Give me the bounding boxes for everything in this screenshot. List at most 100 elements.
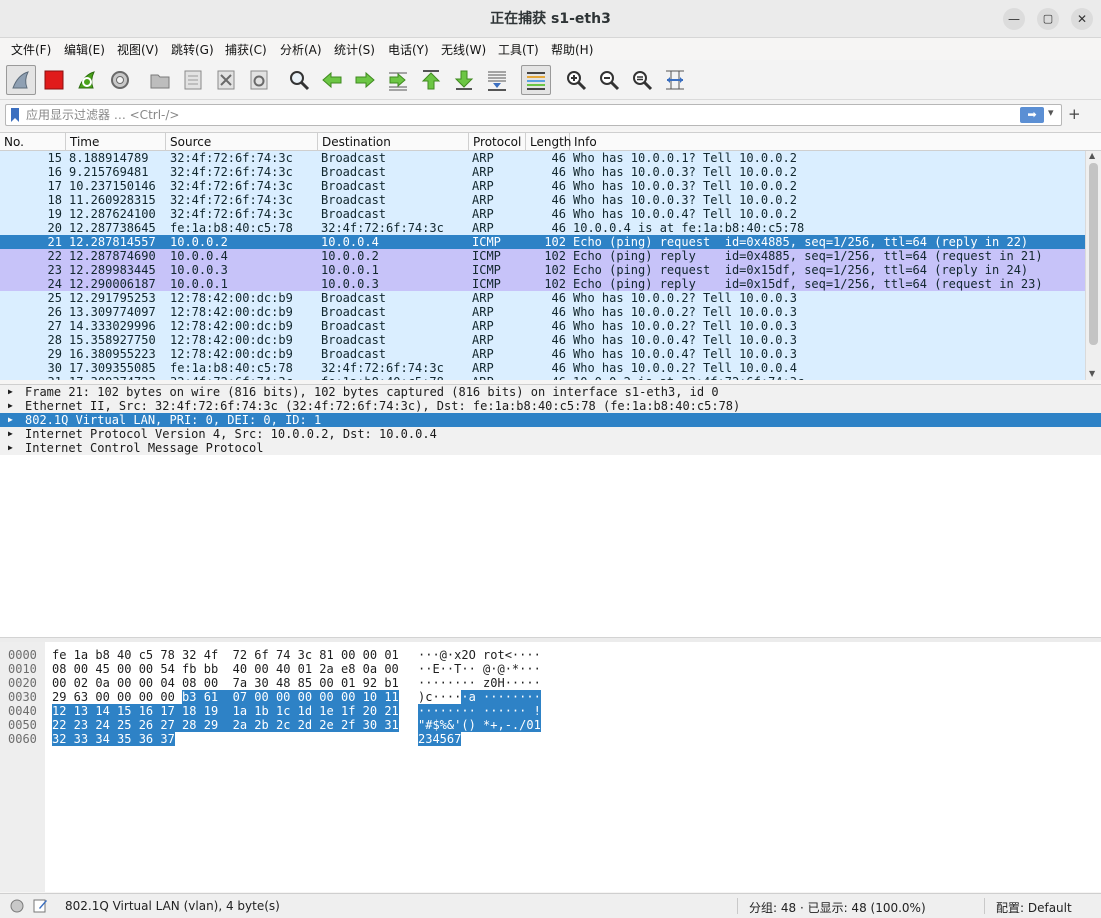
bookmark-icon[interactable] bbox=[10, 108, 20, 122]
display-filter-input[interactable] bbox=[26, 106, 1016, 124]
column-length[interactable]: Length bbox=[526, 133, 571, 151]
auto-scroll-button[interactable] bbox=[482, 65, 512, 95]
packet-row[interactable]: 25 12.291795253 12:78:42:00:dc:b9 Broadcast… bbox=[0, 291, 1085, 305]
menu-capture[interactable]: 捕获(C) bbox=[225, 41, 267, 58]
ascii-highlighted[interactable]: ·a ········ bbox=[461, 690, 541, 704]
hex-plain[interactable]: 00 02 0a 00 00 04 08 00 7a 30 48 85 00 0… bbox=[52, 676, 399, 690]
first-packet-button[interactable] bbox=[416, 65, 446, 95]
details-row-selected[interactable]: ▶ 802.1Q Virtual LAN, PRI: 0, DEI: 0, ID:… bbox=[0, 413, 1101, 427]
column-protocol[interactable]: Protocol bbox=[469, 133, 526, 151]
details-row[interactable]: ▶ Ethernet II, Src: 32:4f:72:6f:74:3c (32… bbox=[0, 399, 1101, 413]
column-info[interactable]: Info bbox=[570, 133, 1101, 151]
ascii-highlighted[interactable]: "#$%&'() *+,-./01 bbox=[418, 718, 541, 732]
column-source[interactable]: Source bbox=[166, 133, 318, 151]
packet-row[interactable]: 27 14.333029996 12:78:42:00:dc:b9 Broadcast… bbox=[0, 319, 1085, 333]
expand-arrow-icon[interactable]: ▶ bbox=[8, 399, 13, 413]
packet-row[interactable]: 18 11.260928315 32:4f:72:6f:74:3c Broadcast… bbox=[0, 193, 1085, 207]
packet-row[interactable]: 15 8.188914789 32:4f:72:6f:74:3c Broadcast A… bbox=[0, 151, 1085, 165]
column-no[interactable]: No. bbox=[0, 133, 66, 151]
ascii-plain[interactable]: ··E··T·· @·@·*··· bbox=[418, 662, 541, 676]
capture-options-button[interactable] bbox=[105, 65, 135, 95]
column-destination[interactable]: Destination bbox=[318, 133, 469, 151]
menu-help[interactable]: 帮助(H) bbox=[551, 41, 593, 58]
hex-plain[interactable]: fe 1a b8 40 c5 78 32 4f 72 6f 74 3c 81 0… bbox=[52, 648, 399, 662]
expand-arrow-icon[interactable]: ▶ bbox=[8, 385, 13, 399]
details-row[interactable]: ▶ Frame 21: 102 bytes on wire (816 bits),… bbox=[0, 385, 1101, 399]
packet-row[interactable]: 30 17.309355085 fe:1a:b8:40:c5:78 32:4f:72:… bbox=[0, 361, 1085, 375]
bytes-row: 0040 12 13 14 15 16 17 18 19 1a 1b 1c 1d … bbox=[0, 704, 1101, 718]
last-packet-button[interactable] bbox=[449, 65, 479, 95]
packet-row[interactable]: 26 13.309774097 12:78:42:00:dc:b9 Broadcast… bbox=[0, 305, 1085, 319]
go-back-button[interactable] bbox=[317, 65, 347, 95]
status-profile[interactable]: 配置: Default bbox=[996, 899, 1072, 916]
bytes-row: 0010 08 00 45 00 00 54 fb bb 40 00 40 01 … bbox=[0, 662, 1101, 676]
packet-row[interactable]: 24 12.290006187 10.0.0.1 10.0.0.3 ICMP 102 Ech… bbox=[0, 277, 1085, 291]
packet-row[interactable]: 16 9.215769481 32:4f:72:6f:74:3c Broadcast A… bbox=[0, 165, 1085, 179]
go-to-packet-button[interactable] bbox=[383, 65, 413, 95]
packet-list-scroll-thumb[interactable] bbox=[1089, 163, 1098, 345]
hex-plain[interactable]: 29 63 00 00 00 00 bbox=[52, 690, 182, 704]
close-file-button[interactable] bbox=[211, 65, 241, 95]
save-file-button[interactable] bbox=[178, 65, 208, 95]
hex-highlighted[interactable]: 22 23 24 25 26 27 28 29 2a 2b 2c 2d 2e 2… bbox=[52, 718, 399, 732]
menu-wireless[interactable]: 无线(W) bbox=[441, 41, 486, 58]
column-time[interactable]: Time bbox=[66, 133, 166, 151]
ascii-highlighted[interactable]: 234567 bbox=[418, 732, 462, 746]
open-file-button[interactable] bbox=[145, 65, 175, 95]
zoom-normal-button[interactable] bbox=[627, 65, 657, 95]
maximize-button[interactable]: ▢ bbox=[1037, 8, 1059, 30]
ascii-plain[interactable]: )c···· bbox=[418, 690, 461, 704]
packet-row[interactable]: 23 12.289983445 10.0.0.3 10.0.0.1 ICMP 102 Ech… bbox=[0, 263, 1085, 277]
menu-file[interactable]: 文件(F) bbox=[11, 41, 51, 58]
go-forward-button[interactable] bbox=[350, 65, 380, 95]
packet-row[interactable]: 17 10.237150146 32:4f:72:6f:74:3c Broadcast… bbox=[0, 179, 1085, 193]
filter-dropdown-button[interactable]: ▾ bbox=[1048, 106, 1054, 119]
ascii-plain[interactable]: ········ z0H····· bbox=[418, 676, 541, 690]
packet-row[interactable]: 28 15.358927750 12:78:42:00:dc:b9 Broadcast… bbox=[0, 333, 1085, 347]
menu-analyze[interactable]: 分析(A) bbox=[280, 41, 322, 58]
reload-file-button[interactable] bbox=[244, 65, 274, 95]
resize-columns-button[interactable] bbox=[660, 65, 690, 95]
hex-plain[interactable]: 08 00 45 00 00 54 fb bb 40 00 40 01 2a e… bbox=[52, 662, 399, 676]
menu-telephony[interactable]: 电话(Y) bbox=[388, 41, 429, 58]
menu-view[interactable]: 视图(V) bbox=[117, 41, 159, 58]
magnifier-icon bbox=[290, 71, 310, 91]
scroll-up-icon[interactable]: ▲ bbox=[1089, 151, 1095, 160]
expert-info-icon[interactable] bbox=[10, 899, 24, 913]
colorize-button[interactable] bbox=[521, 65, 551, 95]
hex-highlighted[interactable]: 32 33 34 35 36 37 bbox=[52, 732, 175, 746]
minimize-button[interactable]: — bbox=[1003, 8, 1025, 30]
close-button[interactable]: ✕ bbox=[1071, 8, 1093, 30]
expand-arrow-icon[interactable]: ▶ bbox=[8, 441, 13, 455]
hex-highlighted[interactable]: 12 13 14 15 16 17 18 19 1a 1b 1c 1d 1e 1… bbox=[52, 704, 399, 718]
details-row[interactable]: ▶ Internet Protocol Version 4, Src: 10.0.… bbox=[0, 427, 1101, 441]
add-filter-button[interactable]: + bbox=[1068, 105, 1081, 123]
menu-statistics[interactable]: 统计(S) bbox=[334, 41, 375, 58]
zoom-out-button[interactable] bbox=[594, 65, 624, 95]
scroll-down-icon[interactable]: ▼ bbox=[1089, 369, 1095, 378]
packet-list-scrollbar[interactable]: ▲ ▼ bbox=[1085, 151, 1101, 380]
restart-capture-button[interactable] bbox=[72, 65, 102, 95]
menu-edit[interactable]: 编辑(E) bbox=[64, 41, 105, 58]
ascii-highlighted[interactable]: ········ ······ ! bbox=[418, 704, 541, 718]
zoom-in-button[interactable] bbox=[561, 65, 591, 95]
expand-arrow-icon[interactable]: ▶ bbox=[8, 413, 13, 427]
packet-row[interactable]: 20 12.287738645 fe:1a:b8:40:c5:78 32:4f:72:… bbox=[0, 221, 1085, 235]
packet-row[interactable]: 19 12.287624100 32:4f:72:6f:74:3c Broadcast… bbox=[0, 207, 1085, 221]
apply-filter-button[interactable]: ➡ bbox=[1020, 107, 1044, 123]
cell-time: 14.333029996 bbox=[69, 319, 156, 333]
start-capture-button[interactable] bbox=[6, 65, 36, 95]
edit-comment-icon[interactable] bbox=[33, 898, 48, 913]
find-packet-button[interactable] bbox=[284, 65, 314, 95]
ascii-plain[interactable]: ···@·x2O rot<···· bbox=[418, 648, 541, 662]
packet-row[interactable]: 31 17.309374722 32:4f:72:6f:74:3c fe:1a:b8:… bbox=[0, 375, 1085, 380]
menu-tools[interactable]: 工具(T) bbox=[498, 41, 539, 58]
menu-go[interactable]: 跳转(G) bbox=[171, 41, 214, 58]
stop-capture-button[interactable] bbox=[39, 65, 69, 95]
packet-row-selected[interactable]: 21 12.287814557 10.0.0.2 10.0.0.4 ICMP 102 Ech… bbox=[0, 235, 1085, 249]
hex-highlighted[interactable]: b3 61 07 00 00 00 00 00 10 11 bbox=[182, 690, 399, 704]
expand-arrow-icon[interactable]: ▶ bbox=[8, 427, 13, 441]
packet-row[interactable]: 29 16.380955223 12:78:42:00:dc:b9 Broadcast… bbox=[0, 347, 1085, 361]
details-row[interactable]: ▶ Internet Control Message Protocol bbox=[0, 441, 1101, 455]
packet-row[interactable]: 22 12.287874690 10.0.0.4 10.0.0.2 ICMP 102 Ech… bbox=[0, 249, 1085, 263]
